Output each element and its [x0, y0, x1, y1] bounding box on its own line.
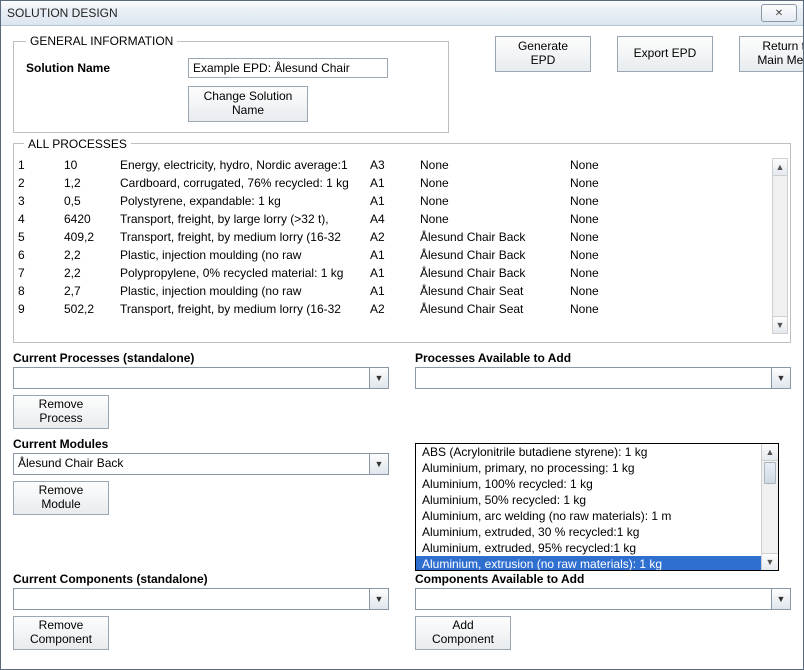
generate-epd-button[interactable]: Generate EPD [495, 36, 591, 72]
processes-available-dropdown[interactable]: ABS (Acrylonitrile butadiene styrene): 1… [415, 443, 779, 571]
table-row[interactable]: 62,2Plastic, injection moulding (no rawA… [14, 246, 790, 264]
current-components-label: Current Components (standalone) [13, 572, 389, 586]
processes-available-combo[interactable]: ▼ [415, 367, 791, 389]
export-epd-button[interactable]: Export EPD [617, 36, 713, 72]
dropdown-item[interactable]: Aluminium, arc welding (no raw materials… [416, 508, 762, 524]
dropdown-item[interactable]: Aluminium, 50% recycled: 1 kg [416, 492, 762, 508]
general-information-legend: GENERAL INFORMATION [26, 34, 177, 48]
all-processes-group: ALL PROCESSES 110Energy, electricity, hy… [13, 143, 791, 343]
components-available-label: Components Available to Add [415, 572, 791, 586]
remove-process-button[interactable]: Remove Process [13, 395, 109, 429]
remove-component-button[interactable]: Remove Component [13, 616, 109, 650]
chevron-down-icon[interactable]: ▼ [771, 589, 790, 609]
current-modules-label: Current Modules [13, 437, 389, 451]
scroll-thumb[interactable] [764, 462, 776, 484]
dropdown-item[interactable]: Aluminium, extruded, 95% recycled:1 kg [416, 540, 762, 556]
scroll-down-icon[interactable]: ▼ [773, 316, 787, 333]
components-available-combo[interactable]: ▼ [415, 588, 791, 610]
table-row[interactable]: 9502,2Transport, freight, by medium lorr… [14, 300, 790, 318]
dropdown-scrollbar[interactable]: ▲ ▼ [761, 444, 778, 570]
change-solution-name-button[interactable]: Change Solution Name [188, 86, 308, 122]
window-close-button[interactable]: ✕ [761, 4, 797, 22]
all-processes-table[interactable]: 110Energy, electricity, hydro, Nordic av… [14, 156, 790, 318]
table-row[interactable]: 72,2Polypropylene, 0% recycled material:… [14, 264, 790, 282]
table-row[interactable]: 30,5Polystyrene, expandable: 1 kgA1NoneN… [14, 192, 790, 210]
chevron-down-icon[interactable]: ▼ [369, 454, 388, 474]
return-main-menu-button[interactable]: Return to Main Menu [739, 36, 803, 72]
all-processes-scrollbar[interactable]: ▲ ▼ [772, 158, 788, 334]
table-row[interactable]: 5409,2Transport, freight, by medium lorr… [14, 228, 790, 246]
remove-module-button[interactable]: Remove Module [13, 481, 109, 515]
window-title: SOLUTION DESIGN [7, 6, 118, 20]
chevron-down-icon[interactable]: ▼ [369, 368, 388, 388]
all-processes-legend: ALL PROCESSES [24, 137, 131, 151]
table-row[interactable]: 82,7Plastic, injection moulding (no rawA… [14, 282, 790, 300]
scroll-up-icon[interactable]: ▲ [762, 444, 778, 461]
solution-name-input[interactable] [188, 58, 388, 78]
titlebar: SOLUTION DESIGN ✕ [1, 1, 803, 26]
current-processes-combo[interactable]: ▼ [13, 367, 389, 389]
dropdown-item[interactable]: Aluminium, extrusion (no raw materials):… [416, 556, 762, 570]
close-icon: ✕ [775, 8, 783, 19]
table-row[interactable]: 46420Transport, freight, by large lorry … [14, 210, 790, 228]
dropdown-item[interactable]: Aluminium, 100% recycled: 1 kg [416, 476, 762, 492]
solution-design-window: SOLUTION DESIGN ✕ GENERAL INFORMATION So… [0, 0, 804, 670]
general-information-group: GENERAL INFORMATION Solution Name Change… [13, 34, 449, 133]
solution-name-label: Solution Name [26, 61, 176, 75]
add-component-button[interactable]: Add Component [415, 616, 511, 650]
chevron-down-icon[interactable]: ▼ [369, 589, 388, 609]
window-body: GENERAL INFORMATION Solution Name Change… [1, 26, 803, 669]
current-components-combo[interactable]: ▼ [13, 588, 389, 610]
processes-available-label: Processes Available to Add [415, 351, 791, 365]
current-modules-combo[interactable]: Ålesund Chair Back ▼ [13, 453, 389, 475]
scroll-down-icon[interactable]: ▼ [762, 553, 778, 570]
chevron-down-icon[interactable]: ▼ [771, 368, 790, 388]
current-processes-label: Current Processes (standalone) [13, 351, 389, 365]
dropdown-item[interactable]: Aluminium, extruded, 30 % recycled:1 kg [416, 524, 762, 540]
table-row[interactable]: 21,2Cardboard, corrugated, 76% recycled:… [14, 174, 790, 192]
dropdown-item[interactable]: Aluminium, primary, no processing: 1 kg [416, 460, 762, 476]
dropdown-item[interactable]: ABS (Acrylonitrile butadiene styrene): 1… [416, 444, 762, 460]
table-row[interactable]: 110Energy, electricity, hydro, Nordic av… [14, 156, 790, 174]
scroll-up-icon[interactable]: ▲ [773, 159, 787, 176]
